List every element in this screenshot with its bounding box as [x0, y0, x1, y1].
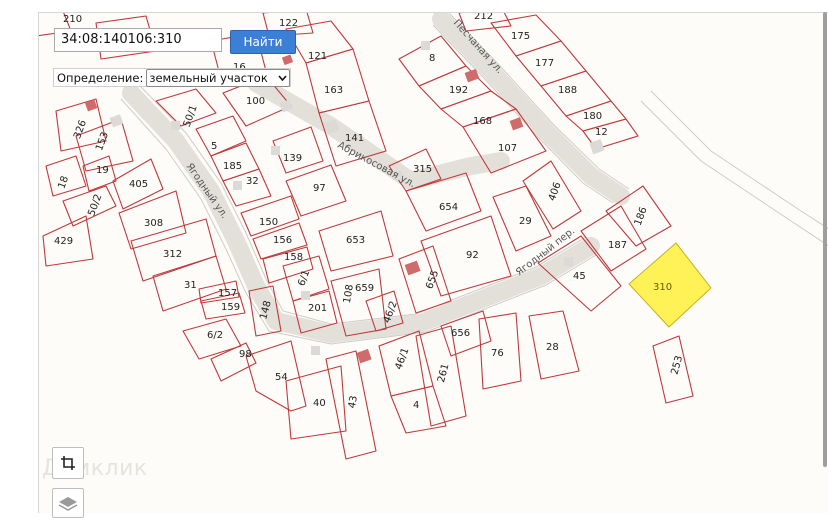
svg-text:159: 159 [221, 302, 240, 313]
svg-text:40: 40 [313, 398, 326, 409]
svg-text:122: 122 [279, 18, 298, 29]
svg-text:655: 655 [424, 269, 441, 291]
definition-select[interactable]: земельный участок [146, 68, 290, 87]
svg-text:192: 192 [449, 85, 468, 96]
svg-text:187: 187 [608, 240, 627, 251]
svg-text:139: 139 [283, 153, 302, 164]
svg-text:92: 92 [466, 250, 479, 261]
svg-text:659: 659 [355, 283, 374, 294]
svg-text:406: 406 [547, 181, 564, 203]
svg-text:150: 150 [259, 217, 278, 228]
svg-text:261: 261 [436, 363, 452, 384]
svg-text:180: 180 [583, 111, 602, 122]
svg-text:326: 326 [72, 119, 89, 141]
svg-text:168: 168 [473, 116, 492, 127]
svg-text:19: 19 [96, 165, 109, 176]
svg-text:654: 654 [439, 202, 458, 213]
definition-row: Определение: земельный участок [53, 68, 291, 87]
crop-tool-button[interactable] [52, 447, 84, 479]
svg-text:5: 5 [211, 141, 217, 152]
svg-text:98: 98 [239, 349, 252, 360]
svg-text:177: 177 [535, 58, 554, 69]
svg-text:4: 4 [413, 400, 419, 411]
definition-selected-value: земельный участок [149, 70, 268, 85]
svg-text:212: 212 [474, 13, 493, 22]
svg-text:405: 405 [129, 179, 148, 190]
vertical-scrollbar[interactable] [822, 12, 828, 467]
svg-text:43: 43 [347, 395, 360, 409]
svg-text:185: 185 [223, 161, 242, 172]
svg-text:100: 100 [246, 96, 265, 107]
svg-text:12: 12 [595, 127, 608, 138]
svg-text:175: 175 [511, 31, 530, 42]
svg-text:210: 210 [63, 14, 82, 25]
svg-text:8: 8 [429, 53, 435, 64]
svg-text:46/1: 46/1 [393, 346, 411, 371]
svg-text:76: 76 [491, 348, 504, 359]
svg-text:97: 97 [313, 183, 326, 194]
svg-text:6/1: 6/1 [296, 269, 312, 288]
svg-text:201: 201 [308, 303, 327, 314]
svg-text:108: 108 [342, 284, 356, 305]
svg-text:163: 163 [324, 85, 343, 96]
svg-text:45: 45 [573, 271, 586, 282]
svg-text:107: 107 [498, 143, 517, 154]
svg-text:308: 308 [144, 218, 163, 229]
svg-text:158: 158 [284, 252, 303, 263]
label-310: 310 [653, 282, 672, 293]
cadastral-search-input[interactable]: 34:08:140106:310 [54, 28, 222, 52]
crop-icon [61, 456, 75, 470]
svg-text:186: 186 [633, 206, 650, 228]
svg-text:6/2: 6/2 [207, 330, 223, 341]
chevron-down-icon [278, 74, 287, 81]
svg-text:156: 156 [273, 235, 292, 246]
svg-text:653: 653 [346, 235, 365, 246]
layers-button[interactable] [52, 488, 84, 518]
svg-text:315: 315 [413, 164, 432, 175]
svg-text:188: 188 [558, 85, 577, 96]
svg-text:253: 253 [670, 355, 686, 376]
svg-text:50/2: 50/2 [86, 193, 104, 218]
svg-text:141: 141 [345, 133, 364, 144]
svg-text:153: 153 [94, 131, 111, 153]
svg-text:656: 656 [451, 328, 470, 339]
svg-text:32: 32 [246, 176, 259, 187]
layers-icon [58, 497, 78, 511]
buildings-minor [109, 41, 605, 355]
svg-text:121: 121 [308, 51, 327, 62]
svg-text:18: 18 [56, 175, 71, 191]
cadastral-map[interactable]: 310 175 177 188 180 12 107 168 192 8 121… [39, 13, 828, 513]
svg-text:54: 54 [275, 372, 288, 383]
svg-text:50/1: 50/1 [182, 104, 200, 129]
map-frame[interactable]: 310 175 177 188 180 12 107 168 192 8 121… [38, 12, 828, 513]
svg-text:31: 31 [184, 280, 197, 291]
find-button[interactable]: Найти [230, 30, 296, 54]
definition-label: Определение: [57, 70, 144, 85]
svg-text:157: 157 [218, 288, 237, 299]
svg-text:29: 29 [519, 216, 532, 227]
svg-text:312: 312 [163, 249, 182, 260]
svg-text:28: 28 [546, 342, 559, 353]
svg-text:429: 429 [54, 236, 73, 247]
